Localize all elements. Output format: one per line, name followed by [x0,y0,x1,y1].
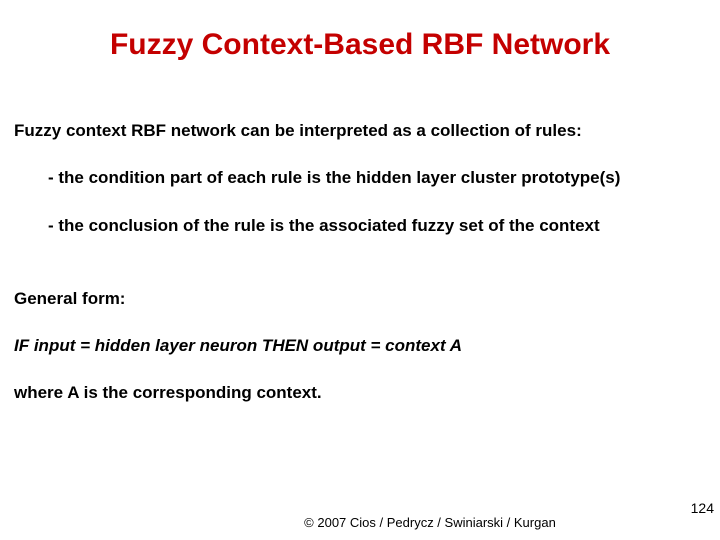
page-number: 124 [691,500,714,516]
slide-body: Fuzzy context RBF network can be interpr… [14,120,706,404]
copyright-text: © 2007 Cios / Pedrycz / Swiniarski / Kur… [0,515,720,530]
slide: Fuzzy Context-Based RBF Network Fuzzy co… [0,0,720,540]
intro-text: Fuzzy context RBF network can be interpr… [14,120,706,141]
bullet-condition: - the condition part of each rule is the… [48,167,706,188]
general-form-label: General form: [14,288,706,309]
where-text: where A is the corresponding context. [14,382,706,403]
slide-title: Fuzzy Context-Based RBF Network [0,28,720,62]
bullet-conclusion: - the conclusion of the rule is the asso… [48,215,706,236]
rule-statement: IF input = hidden layer neuron THEN outp… [14,335,706,356]
